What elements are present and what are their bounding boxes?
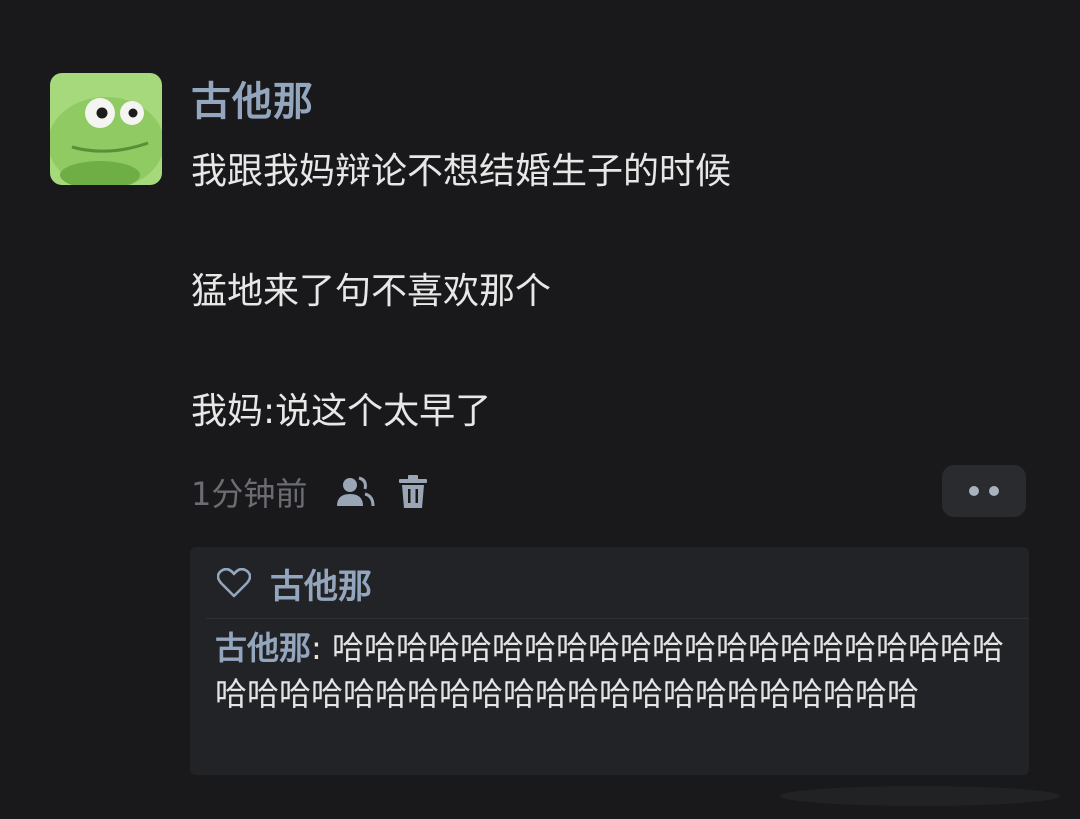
post-text-line: 我跟我妈辩论不想结婚生子的时候 — [191, 151, 732, 192]
comment-panel: 古他那 古他那: 哈哈哈哈哈哈哈哈哈哈哈哈哈哈哈哈哈哈哈哈哈哈哈哈哈哈哈哈哈哈哈… — [190, 547, 1029, 775]
frog-avatar-image — [50, 73, 162, 185]
more-dots-icon — [969, 486, 999, 496]
avatar[interactable] — [50, 73, 162, 185]
post-timestamp: 1分钟前 — [191, 475, 308, 513]
reply-separator: : — [311, 629, 332, 667]
people-icon[interactable] — [333, 470, 377, 514]
post-content: 我跟我妈辩论不想结婚生子的时候 猛地来了句不喜欢那个 我妈:说这个太早了 — [191, 144, 1011, 440]
comment-divider — [206, 618, 1029, 619]
reply-comment[interactable]: 古他那: 哈哈哈哈哈哈哈哈哈哈哈哈哈哈哈哈哈哈哈哈哈哈哈哈哈哈哈哈哈哈哈哈哈哈哈… — [215, 625, 1015, 717]
liked-by-user[interactable]: 古他那 — [270, 559, 372, 608]
post-text-line: 猛地来了句不喜欢那个 — [191, 271, 552, 312]
post-text-line: 我妈:说这个太早了 — [191, 391, 492, 432]
watermark — [780, 786, 1060, 806]
trash-icon[interactable] — [391, 470, 435, 514]
reply-author[interactable]: 古他那 — [215, 629, 311, 667]
reply-text: 哈哈哈哈哈哈哈哈哈哈哈哈哈哈哈哈哈哈哈哈哈哈哈哈哈哈哈哈哈哈哈哈哈哈哈哈哈哈哈哈… — [215, 629, 1004, 713]
more-options-button[interactable] — [942, 465, 1026, 517]
post-meta-row: 1分钟前 — [191, 466, 449, 518]
heart-icon[interactable] — [216, 565, 252, 601]
post-author-name[interactable]: 古他那 — [191, 74, 314, 130]
likes-row: 古他那 — [216, 559, 372, 607]
